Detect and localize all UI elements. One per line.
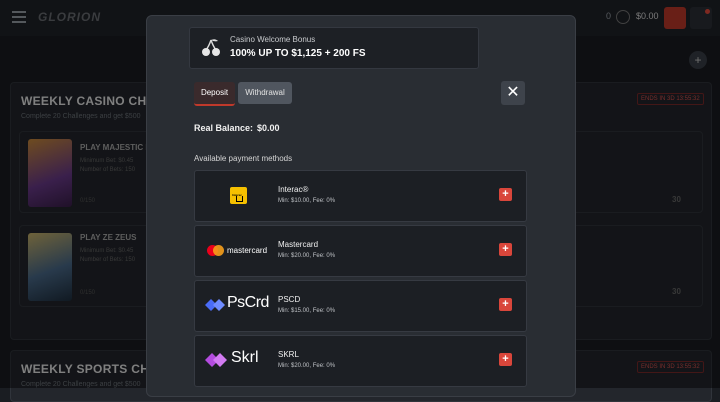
mastercard-logo: mastercard bbox=[201, 232, 277, 270]
payment-method-name: Mastercard bbox=[278, 240, 319, 249]
real-balance-label: Real Balance: bbox=[194, 123, 254, 133]
tab-deposit[interactable]: Deposit bbox=[194, 82, 235, 106]
payment-method-interac[interactable]: Interac Interac® Min: $10.00, Fee: 0% + bbox=[194, 170, 527, 222]
plus-icon[interactable]: + bbox=[499, 353, 512, 366]
cherry-icon bbox=[202, 39, 220, 56]
payment-method-name: PSCD bbox=[278, 295, 301, 304]
payment-method-pscd[interactable]: PsCrd PSCD Min: $15.00, Fee: 0% + bbox=[194, 280, 527, 332]
paysafecard-logo: PsCrd bbox=[201, 287, 277, 325]
payment-modal: Casino Welcome Bonus 100% UP TO $1,125 +… bbox=[146, 15, 576, 397]
interac-logo: Interac bbox=[201, 177, 277, 215]
real-balance-value: $0.00 bbox=[257, 123, 280, 133]
payment-method-name: SKRL bbox=[278, 350, 299, 359]
plus-icon[interactable]: + bbox=[499, 298, 512, 311]
payment-method-fee: Min: $15.00, Fee: 0% bbox=[278, 308, 336, 314]
bonus-subtitle: 100% UP TO $1,125 + 200 FS bbox=[230, 48, 366, 59]
tab-withdrawal[interactable]: Withdrawal bbox=[238, 82, 292, 104]
close-icon[interactable]: ✕ bbox=[501, 81, 525, 105]
payment-method-fee: Min: $20.00, Fee: 0% bbox=[278, 363, 336, 369]
skrill-logo: Skrl bbox=[201, 342, 277, 380]
payment-method-name: Interac® bbox=[278, 185, 309, 194]
payment-methods-title: Available payment methods bbox=[194, 154, 293, 163]
plus-icon[interactable]: + bbox=[499, 188, 512, 201]
plus-icon[interactable]: + bbox=[499, 243, 512, 256]
bonus-title: Casino Welcome Bonus bbox=[230, 35, 316, 44]
payment-method-skrl[interactable]: Skrl SKRL Min: $20.00, Fee: 0% + bbox=[194, 335, 527, 387]
welcome-bonus-banner: Casino Welcome Bonus 100% UP TO $1,125 +… bbox=[189, 27, 479, 69]
payment-method-fee: Min: $10.00, Fee: 0% bbox=[278, 198, 336, 204]
payment-method-mastercard[interactable]: mastercard Mastercard Min: $20.00, Fee: … bbox=[194, 225, 527, 277]
payment-method-fee: Min: $20.00, Fee: 0% bbox=[278, 253, 336, 259]
